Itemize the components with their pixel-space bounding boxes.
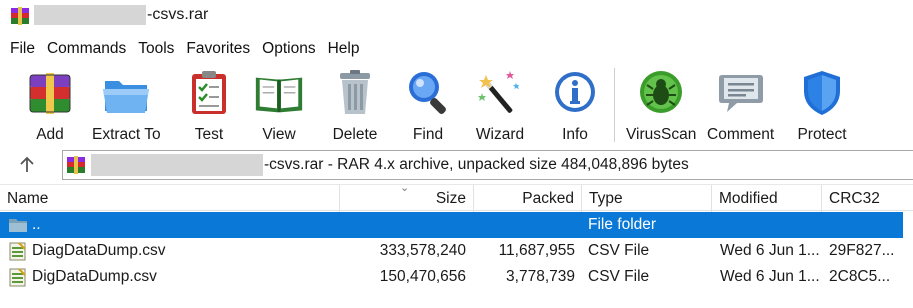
- column-name-label: Name: [7, 190, 49, 207]
- column-size-label: Size: [435, 190, 466, 207]
- find-button[interactable]: Find: [401, 66, 455, 144]
- csv-file-icon: [9, 268, 26, 287]
- add-icon: [23, 66, 77, 120]
- test-button[interactable]: Test: [182, 66, 236, 144]
- redacted-archive-name: [91, 154, 263, 176]
- comment-button[interactable]: Comment: [707, 66, 774, 144]
- arrow-up-icon: [20, 156, 34, 172]
- extract-to-label: Extract To: [92, 126, 161, 143]
- virus-scan-bug-icon: [634, 66, 688, 120]
- row-size: 150,470,656: [379, 268, 466, 285]
- menu-help[interactable]: Help: [321, 40, 365, 58]
- wizard-label: Wizard: [475, 126, 525, 143]
- column-modified[interactable]: Modified: [712, 185, 822, 212]
- comment-bubble-icon: [714, 66, 768, 120]
- find-label: Find: [412, 126, 444, 143]
- add-label: Add: [36, 126, 64, 143]
- winrar-archive-icon: [67, 156, 85, 174]
- redacted-filename: [34, 5, 146, 25]
- folder-extract-icon: [99, 66, 153, 120]
- csv-file-icon: [9, 242, 26, 261]
- folder-icon: [9, 219, 27, 232]
- window-title: -csvs.rar: [147, 6, 209, 23]
- menu-favorites[interactable]: Favorites: [179, 40, 255, 58]
- table-row[interactable]: DiagDataDump.csv 333,578,240 11,687,955 …: [0, 238, 903, 264]
- shield-icon: [795, 66, 849, 120]
- row-name: DiagDataDump.csv: [32, 242, 166, 259]
- row-type: File folder: [588, 216, 657, 233]
- extract-to-button[interactable]: Extract To: [92, 66, 161, 144]
- row-crc32: 2C8C5...: [829, 268, 891, 285]
- toolbar: Add Extract To Test View Delete Find Wiz…: [0, 64, 913, 148]
- menu-file[interactable]: File: [0, 40, 40, 58]
- protect-button[interactable]: Protect: [795, 66, 849, 144]
- info-button[interactable]: Info: [548, 66, 602, 144]
- view-label: View: [262, 126, 296, 143]
- row-type: CSV File: [588, 242, 650, 259]
- view-button[interactable]: View: [252, 66, 306, 144]
- address-bar[interactable]: -csvs.rar - RAR 4.x archive, unpacked si…: [62, 150, 913, 180]
- row-size: 333,578,240: [379, 242, 466, 259]
- menu-bar: File Commands Tools Favorites Options He…: [0, 36, 364, 62]
- column-name[interactable]: Name: [0, 185, 340, 212]
- column-header-row: Name ⌄ Size Packed Type Modified CRC32: [0, 182, 913, 212]
- row-name: ..: [32, 216, 41, 233]
- row-name: DigDataDump.csv: [32, 268, 157, 285]
- row-packed: 11,687,955: [498, 242, 575, 259]
- row-crc32: 29F827...: [829, 242, 895, 259]
- wizard-button[interactable]: Wizard: [473, 66, 527, 144]
- winrar-app-icon: [11, 7, 29, 25]
- protect-label: Protect: [797, 126, 847, 143]
- column-type[interactable]: Type: [582, 185, 712, 212]
- add-button[interactable]: Add: [23, 66, 77, 144]
- info-icon: [548, 66, 602, 120]
- column-packed[interactable]: Packed: [474, 185, 582, 212]
- magnifier-icon: [401, 66, 455, 120]
- title-bar: -csvs.rar: [0, 0, 913, 32]
- menu-options[interactable]: Options: [255, 40, 320, 58]
- trash-icon: [328, 66, 382, 120]
- comment-label: Comment: [707, 126, 775, 143]
- row-type: CSV File: [588, 268, 650, 285]
- address-row: -csvs.rar - RAR 4.x archive, unpacked si…: [0, 148, 913, 182]
- menu-tools[interactable]: Tools: [131, 40, 179, 58]
- row-modified: Wed 6 Jun 1...: [720, 242, 820, 259]
- virusscan-button[interactable]: VirusScan: [626, 66, 696, 144]
- menu-commands[interactable]: Commands: [40, 40, 131, 58]
- delete-label: Delete: [332, 126, 378, 143]
- column-crc32-label: CRC32: [829, 190, 880, 207]
- archive-info-text: -csvs.rar - RAR 4.x archive, unpacked si…: [264, 156, 689, 173]
- magic-wand-icon: [473, 66, 527, 120]
- info-label: Info: [562, 126, 588, 143]
- test-label: Test: [194, 126, 224, 143]
- column-crc32[interactable]: CRC32: [822, 185, 903, 212]
- book-view-icon: [252, 66, 306, 120]
- up-one-level-button[interactable]: [16, 154, 38, 176]
- row-modified: Wed 6 Jun 1...: [720, 268, 820, 285]
- table-row[interactable]: .. File folder: [0, 212, 903, 238]
- toolbar-separator: [614, 68, 615, 142]
- column-modified-label: Modified: [719, 190, 778, 207]
- row-packed: 3,778,739: [506, 268, 575, 285]
- column-packed-label: Packed: [522, 190, 574, 207]
- table-row[interactable]: DigDataDump.csv 150,470,656 3,778,739 CS…: [0, 264, 903, 290]
- clipboard-test-icon: [182, 66, 236, 120]
- column-type-label: Type: [589, 190, 623, 207]
- delete-button[interactable]: Delete: [328, 66, 382, 144]
- virusscan-label: VirusScan: [626, 126, 697, 143]
- column-size[interactable]: Size: [340, 185, 474, 212]
